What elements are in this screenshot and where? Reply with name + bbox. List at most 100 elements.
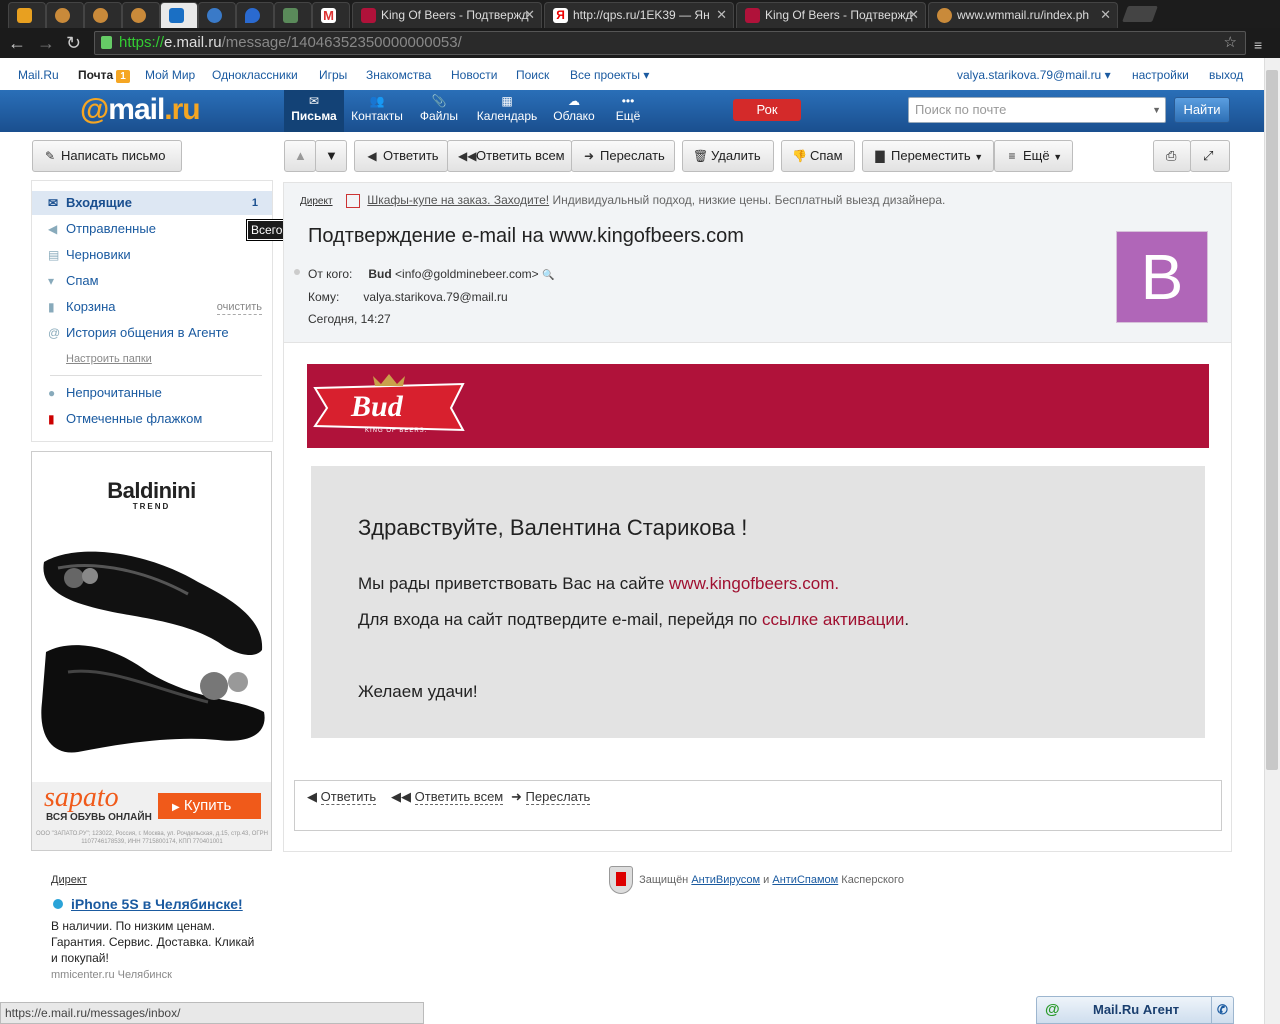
bottom-reply-button[interactable]: ◀ Ответить (307, 789, 377, 805)
folder-trash[interactable]: ▮ Корзина очистить (32, 295, 272, 319)
forward-button[interactable]: ➜ Переслать (571, 140, 675, 172)
mailru-agent-bar[interactable]: @ Mail.Ru Агент ✆ (1036, 996, 1234, 1024)
scrollbar-thumb[interactable] (1266, 70, 1278, 770)
nav-more[interactable]: ••• Ещё (608, 90, 648, 132)
portal-link-mailru[interactable]: Mail.Ru (18, 68, 59, 82)
folder-agent-history[interactable]: @ История общения в Агенте (32, 321, 272, 345)
filter-flagged[interactable]: ▮ Отмеченные флажком (32, 407, 272, 431)
sender-email[interactable]: <info@goldminebeer.com> (395, 267, 539, 281)
tab-qps-yandex[interactable]: Яhttp://qps.ru/1EK39 — Ян ✕ (544, 2, 734, 28)
reload-icon[interactable]: ↻ (66, 32, 81, 54)
tab-globe[interactable] (198, 2, 236, 28)
portal-link-all-projects[interactable]: Все проекты ▾ (570, 68, 649, 82)
site-link[interactable]: www.kingofbeers.com. (669, 574, 839, 593)
portal-link-games[interactable]: Игры (319, 68, 347, 82)
direct-ad-title[interactable]: iPhone 5S в Челябинске! (71, 896, 243, 912)
url-protocol: https:// (119, 34, 165, 51)
settings-link[interactable]: настройки (1132, 68, 1189, 82)
direct-label[interactable]: Директ (300, 196, 333, 207)
empty-trash-link[interactable]: очистить (216, 300, 262, 315)
next-message-button[interactable]: ▼ (315, 140, 347, 172)
close-icon[interactable]: ✕ (908, 3, 919, 27)
menu-icon[interactable]: ≡ (1254, 34, 1262, 56)
reply-icon: ◀ (307, 789, 317, 804)
sender-name[interactable]: Bud (368, 267, 391, 281)
tab-map[interactable] (236, 2, 274, 28)
read-status-dot[interactable] (294, 269, 300, 275)
delete-button[interactable]: 🗑 Удалить (682, 140, 774, 172)
tab-king-of-beers-2[interactable]: King Of Beers - Подтвержд ✕ (736, 2, 926, 28)
close-icon[interactable]: ✕ (524, 3, 535, 27)
tab-image[interactable] (274, 2, 312, 28)
user-email-menu[interactable]: valya.starikova.79@mail.ru ▾ (957, 68, 1111, 82)
message-ad-link[interactable]: Шкафы-купе на заказ. Заходите! (367, 193, 549, 207)
folder-inbox[interactable]: ✉ Входящие 1 (32, 191, 272, 215)
portal-link-news[interactable]: Новости (451, 68, 497, 82)
logo-at: @ (80, 93, 109, 126)
expand-button[interactable]: ⤢ (1190, 140, 1230, 172)
print-button[interactable]: ⎙ (1153, 140, 1191, 172)
mailru-logo[interactable]: @mail.ru (80, 93, 201, 127)
nav-calendar[interactable]: ▦ Календарь (472, 90, 542, 132)
antivirus-link[interactable]: АнтиВирусом (691, 874, 760, 886)
more-button[interactable]: ≡ Ещё ▼ (994, 140, 1073, 172)
move-button[interactable]: ▇ Переместить ▼ (862, 140, 994, 172)
bottom-forward-button[interactable]: ➜ Переслать (511, 789, 591, 805)
portal-link-search[interactable]: Поиск (516, 68, 549, 82)
tab-mail-ru[interactable] (8, 2, 46, 28)
star-icon[interactable]: ☆ (1224, 32, 1237, 54)
reply-button[interactable]: ◀ Ответить (354, 140, 448, 172)
tab-wmmail[interactable]: www.wmmail.ru/index.ph ✕ (928, 2, 1118, 28)
promo-button[interactable]: Рок (733, 99, 801, 121)
spam-button[interactable]: 👎 Спам (781, 140, 855, 172)
folder-sent[interactable]: ◀ Отправленные (32, 217, 272, 241)
reply-all-button[interactable]: ◀◀Ответить всем (447, 140, 572, 172)
activation-link[interactable]: ссылке активации (762, 610, 904, 629)
nav-files[interactable]: 📎 Файлы (414, 90, 464, 132)
back-icon[interactable]: ← (8, 32, 26, 54)
mail-search-input[interactable]: Поиск по почте ▼ (908, 97, 1166, 123)
folder-drafts[interactable]: ▤ Черновики (32, 243, 272, 267)
tab-webmoney-3[interactable] (122, 2, 160, 28)
ad-buy-button[interactable]: ▶ Купить (158, 793, 261, 819)
folder-icon: ▇ (875, 149, 885, 163)
folder-spam[interactable]: ▾ Спам (32, 269, 272, 293)
filter-unread[interactable]: ● Непрочитанные (32, 381, 272, 405)
nav-cloud[interactable]: ☁ Облако (548, 90, 600, 132)
gmail-icon: M (321, 8, 336, 23)
portal-link-my-world[interactable]: Мой Мир (145, 68, 195, 82)
antispam-link[interactable]: АнтиСпамом (772, 874, 838, 886)
direct-ad: Директ iPhone 5S в Челябинске! В наличии… (31, 862, 273, 1002)
recipient-email[interactable]: valya.starikova.79@mail.ru (363, 290, 507, 304)
close-icon[interactable]: ✕ (716, 3, 727, 27)
dropdown-arrow-icon[interactable]: ▼ (1152, 98, 1161, 122)
compose-button[interactable]: ✎ Написать письмо (32, 140, 182, 172)
new-tab-button[interactable] (1122, 6, 1158, 22)
nav-contacts[interactable]: 👥 Контакты (346, 90, 408, 132)
tab-webmoney-1[interactable] (46, 2, 84, 28)
search-button[interactable]: Найти (1174, 97, 1230, 123)
portal-link-dating[interactable]: Знакомства (366, 68, 431, 82)
setup-folders-link[interactable]: Настроить папки (66, 353, 152, 365)
direct-label[interactable]: Директ (51, 874, 87, 886)
portal-link-mail[interactable]: Почта 1 (78, 68, 130, 83)
magnifier-icon[interactable]: 🔍 (542, 270, 554, 281)
tab-webmoney-2[interactable] (84, 2, 122, 28)
tab-mail-at[interactable] (160, 2, 198, 28)
tab-king-of-beers-1[interactable]: King Of Beers - Подтвержд ✕ (352, 2, 542, 28)
close-icon[interactable]: ✕ (1100, 3, 1111, 27)
printer-icon: ⎙ (1166, 148, 1177, 163)
portal-link-odnoklassniki[interactable]: Одноклассники (212, 68, 298, 82)
banner-ad[interactable]: Baldinini TREND sapato ВСЯ ОБУВЬ ОНЛАЙН … (31, 451, 272, 851)
logout-link[interactable]: выход (1209, 68, 1243, 82)
tab-gmail[interactable]: M (312, 2, 350, 28)
prev-message-button[interactable]: ▲ (284, 140, 316, 172)
nav-letters[interactable]: ✉ Письма (284, 90, 344, 132)
forward-icon[interactable]: → (37, 32, 55, 54)
spam-icon: ▾ (48, 274, 55, 288)
phone-icon[interactable]: ✆ (1211, 997, 1233, 1023)
bottom-reply-all-button[interactable]: ◀◀ Ответить всем (391, 789, 504, 805)
bud-banner: Bud KING OF BEERS. (307, 364, 1209, 448)
address-bar[interactable]: https://e.mail.ru/message/14046352350000… (94, 31, 1246, 55)
play-icon: ▶ (172, 802, 180, 813)
